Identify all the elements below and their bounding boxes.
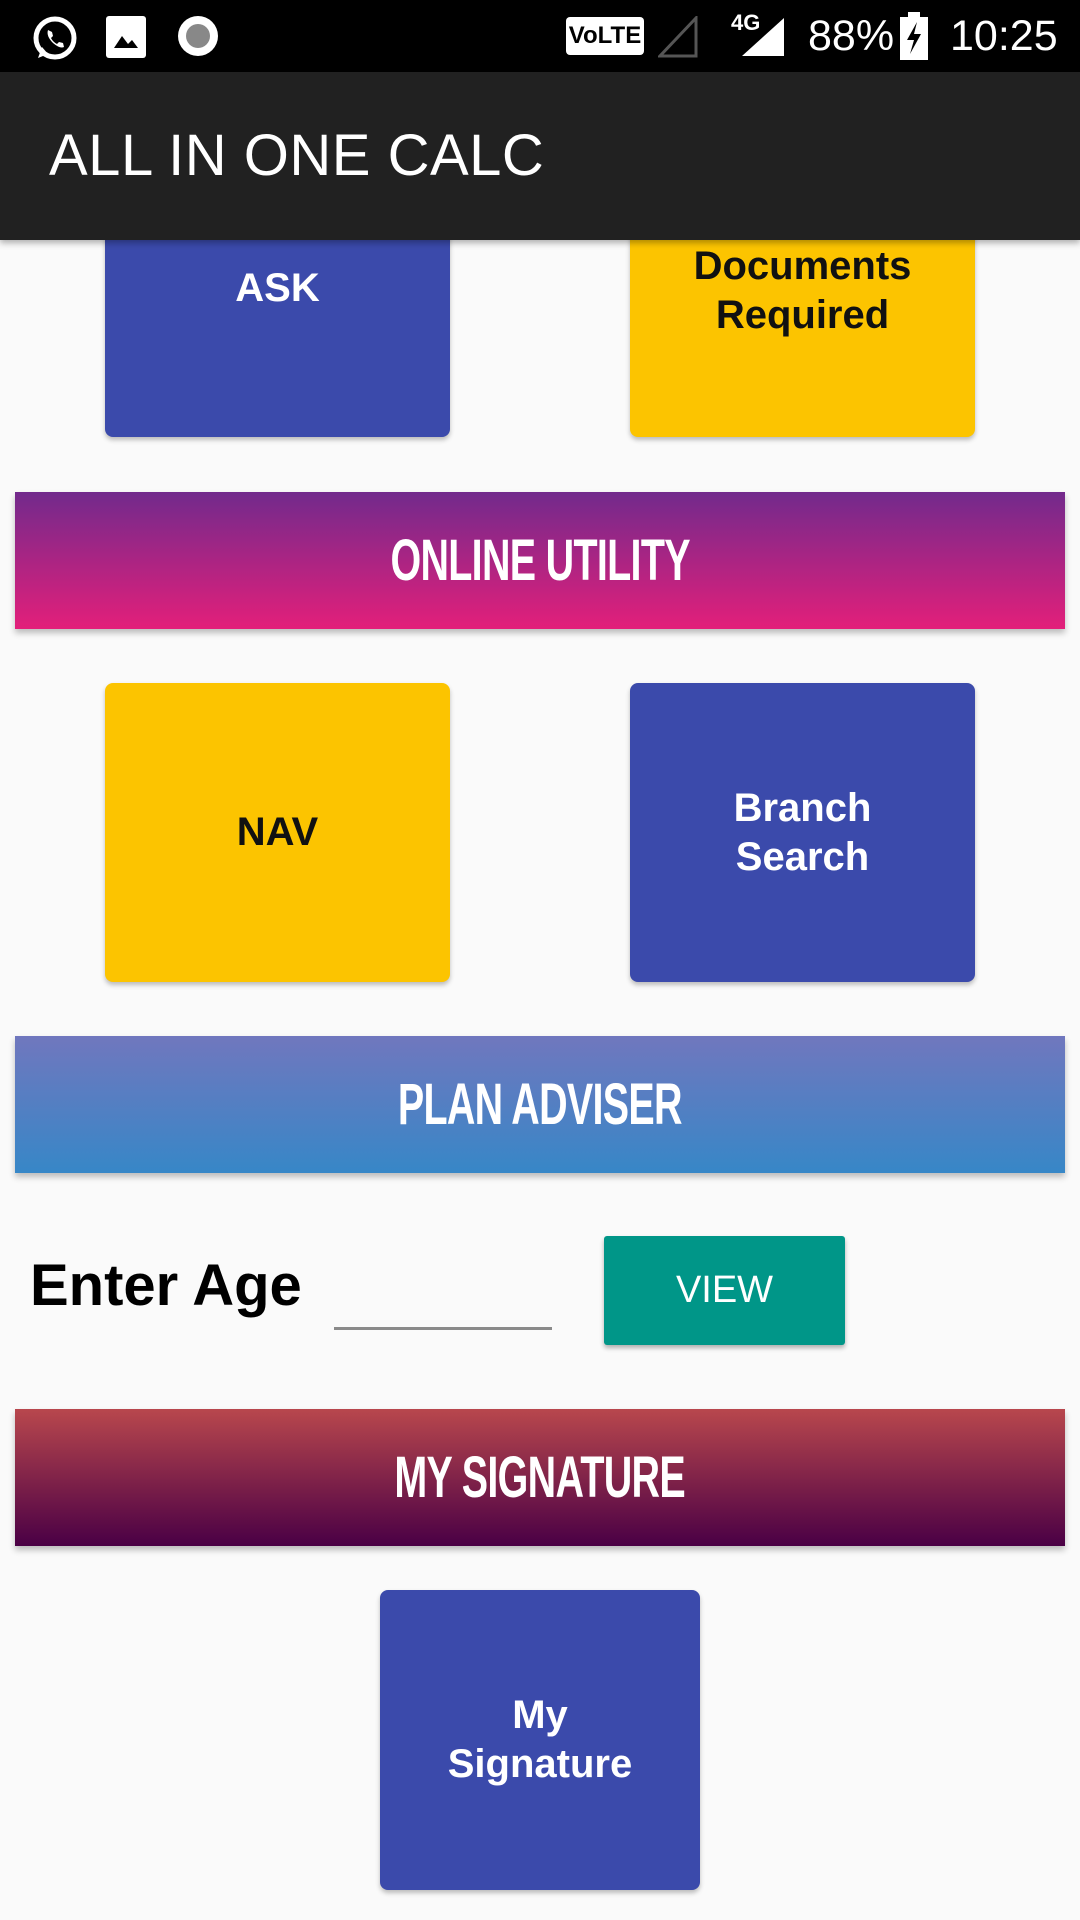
documents-label-line2: Required — [715, 293, 890, 337]
online-utility-title: ONLINE UTILITY — [390, 528, 690, 593]
record-icon — [178, 16, 218, 56]
my-signature-label-line2: Signature — [447, 1742, 633, 1786]
app-title: ALL IN ONE CALC — [49, 123, 545, 188]
enter-age-label: Enter Age — [30, 1253, 302, 1318]
signal-empty-icon — [658, 16, 698, 58]
volte-badge: VoLTE — [566, 17, 644, 55]
battery-charging-icon — [900, 12, 928, 60]
my-signature-tile[interactable]: My Signature — [380, 1590, 700, 1890]
nav-tile[interactable]: NAV — [105, 683, 450, 982]
whatsapp-icon — [33, 16, 77, 60]
signal-icon — [742, 18, 784, 56]
plan-adviser-title: PLAN ADVISER — [397, 1072, 683, 1137]
plan-adviser-banner: PLAN ADVISER — [15, 1036, 1065, 1173]
online-utility-banner: ONLINE UTILITY — [15, 492, 1065, 629]
image-icon — [106, 16, 146, 58]
status-bar: VoLTE 4G 88% 10:25 — [0, 0, 1080, 72]
age-input[interactable] — [334, 1262, 552, 1330]
my-signature-label-line1: My — [512, 1693, 568, 1737]
branch-search-tile[interactable]: Branch Search — [630, 683, 975, 982]
nav-label: NAV — [236, 810, 319, 854]
branch-label-line1: Branch — [733, 785, 872, 830]
view-button[interactable]: VIEW — [604, 1236, 845, 1345]
ask-label: ASK — [235, 266, 320, 310]
documents-label-line1: Documents — [693, 244, 912, 288]
my-signature-title: MY SIGNATURE — [394, 1445, 686, 1510]
branch-label-line2: Search — [735, 834, 870, 879]
battery-percent: 88% — [808, 12, 895, 60]
clock: 10:25 — [950, 12, 1058, 60]
app-bar: ALL IN ONE CALC — [0, 72, 1080, 240]
my-signature-banner: MY SIGNATURE — [15, 1409, 1065, 1546]
